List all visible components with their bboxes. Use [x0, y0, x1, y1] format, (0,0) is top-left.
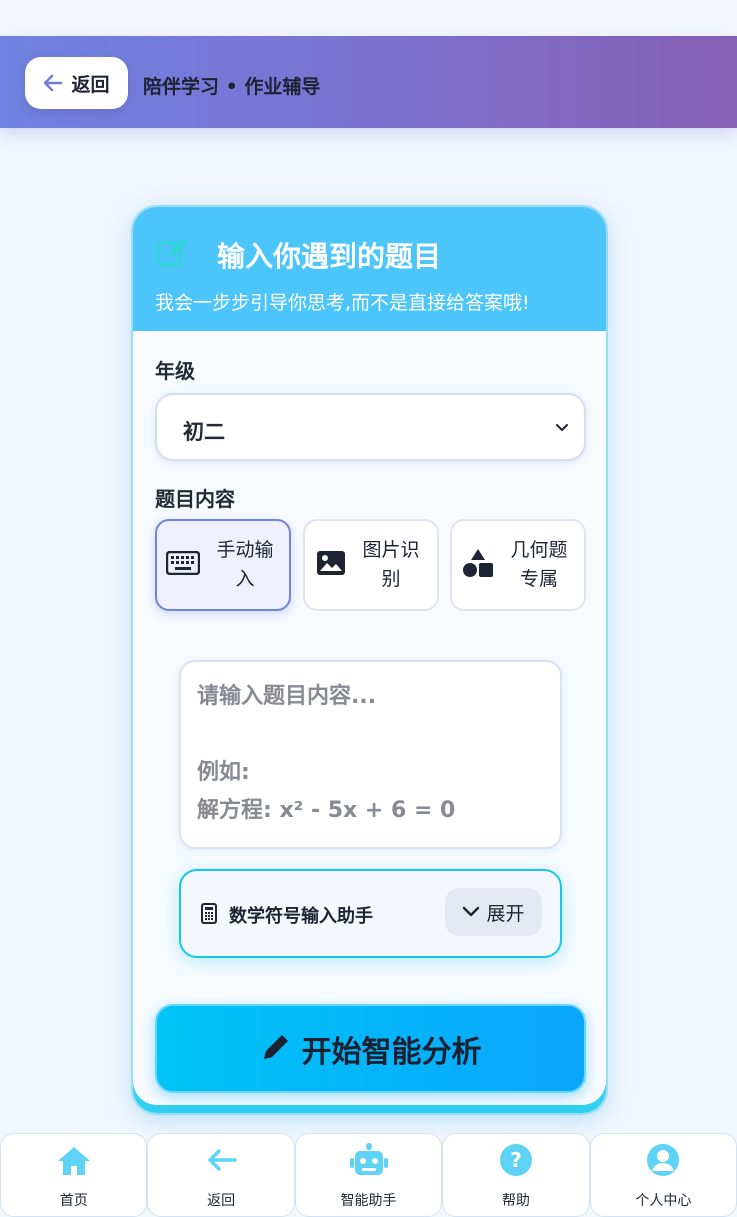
back-button-label: 返回 — [71, 73, 110, 96]
keyboard-icon — [165, 550, 201, 579]
help-icon: ? — [499, 1143, 533, 1181]
expand-button-label: 展开 — [486, 902, 525, 925]
content-label: 题目内容 — [155, 487, 235, 511]
home-icon — [56, 1143, 92, 1183]
mode-manual-input-label: 手动输入 — [216, 539, 274, 590]
arrow-left-icon — [203, 1143, 239, 1183]
header-bar: 返回 陪伴学习 • 作业辅导 — [0, 36, 737, 128]
nav-item-home[interactable]: 首页 — [0, 1133, 148, 1217]
breadcrumb: 陪伴学习 • 作业辅导 — [143, 76, 321, 98]
top-strip — [0, 0, 737, 36]
calculator-icon — [201, 903, 217, 928]
mode-image-recognition-button[interactable]: 图片识别 — [303, 519, 439, 611]
grade-label: 年级 — [155, 359, 195, 383]
nav-item-help[interactable]: ? 帮助 — [442, 1133, 590, 1217]
mode-geometry-button[interactable]: 几何题专属 — [450, 519, 586, 611]
nav-item-label: 帮助 — [501, 1193, 530, 1209]
chevron-down-icon — [554, 419, 570, 438]
mode-image-recognition-label: 图片识别 — [362, 539, 420, 590]
chevron-down-icon — [462, 901, 480, 923]
nav-item-label: 智能助手 — [340, 1193, 397, 1209]
nav-item-label: 个人中心 — [635, 1193, 692, 1209]
card-title: 输入你遇到的题目 — [217, 240, 442, 273]
mode-manual-input-button[interactable]: 手动输入 — [155, 519, 291, 611]
start-analysis-button[interactable]: 开始智能分析 — [155, 1004, 586, 1093]
question-content-textarea[interactable]: 请输入题目内容... 例如: 解方程: x² - 5x + 6 = 0 — [179, 660, 562, 849]
pencil-icon — [260, 1031, 292, 1067]
svg-text:?: ? — [510, 1148, 522, 1172]
card-subtitle: 我会一步步引导你思考,而不是直接给答案哦! — [155, 292, 530, 314]
nav-item-assistant[interactable]: 智能助手 — [294, 1133, 443, 1217]
bottom-nav: 首页 返回 智能助手 ? 帮助 个人中心 — [0, 1133, 737, 1217]
grade-select-value: 初二 — [183, 420, 225, 444]
nav-item-label: 返回 — [207, 1193, 236, 1209]
grade-select[interactable]: 初二 — [155, 393, 586, 461]
mode-geometry-label: 几何题专属 — [510, 539, 568, 590]
math-symbol-helper: 数学符号输入助手 展开 — [179, 869, 562, 958]
shapes-icon — [462, 548, 494, 582]
user-icon — [646, 1143, 680, 1181]
nav-item-back[interactable]: 返回 — [147, 1133, 295, 1217]
robot-icon — [349, 1143, 389, 1183]
arrow-left-icon — [43, 74, 63, 92]
expand-button[interactable]: 展开 — [445, 888, 542, 936]
edit-icon — [155, 237, 187, 273]
math-helper-label: 数学符号输入助手 — [229, 906, 373, 927]
nav-item-label: 首页 — [59, 1193, 88, 1209]
question-input-card: 输入你遇到的题目 我会一步步引导你思考,而不是直接给答案哦! 年级 初二 题目内… — [131, 205, 608, 1115]
image-icon — [316, 550, 346, 580]
card-header: 输入你遇到的题目 我会一步步引导你思考,而不是直接给答案哦! — [133, 207, 606, 331]
back-button[interactable]: 返回 — [25, 57, 128, 109]
nav-item-profile[interactable]: 个人中心 — [589, 1133, 737, 1217]
start-analysis-label: 开始智能分析 — [301, 1034, 482, 1070]
